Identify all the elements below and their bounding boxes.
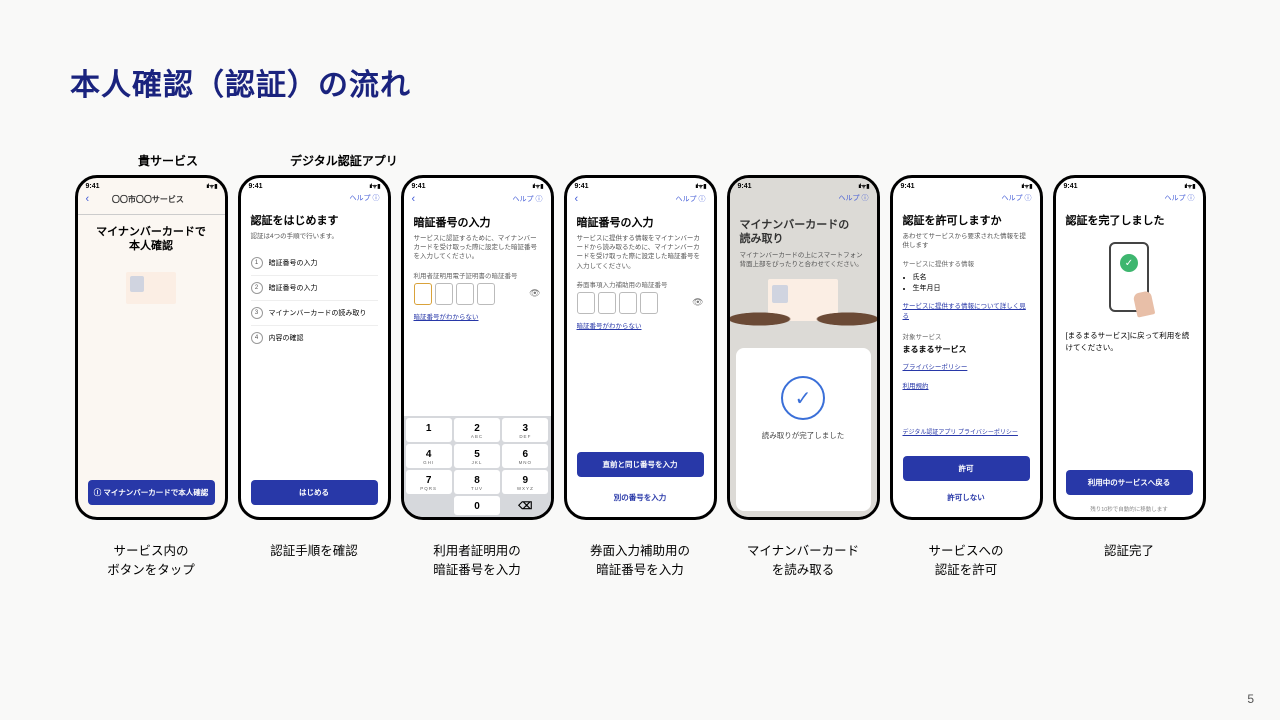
heading: マイナンバーカードで 本人確認: [88, 225, 215, 254]
start-button[interactable]: はじめる: [251, 480, 378, 505]
deny-button[interactable]: 許可しない: [903, 492, 1030, 503]
time: 9:41: [1064, 183, 1078, 190]
sub: 認証は4つの手順で行います。: [251, 232, 378, 241]
signal-icon: ııl ᯤ ▮: [1021, 182, 1031, 190]
screen-6: 9:41 ııl ᯤ ▮ ヘルプ ⓘ 認証を許可しますか あわせてサービスから要求…: [890, 175, 1043, 520]
slide-title: 本人確認（認証）の流れ: [70, 60, 1210, 104]
done-message: 読み取りが完了しました: [746, 430, 861, 441]
caption-7: 認証完了: [1053, 542, 1206, 580]
time: 9:41: [901, 183, 915, 190]
target-label: 対象サービス: [903, 331, 1030, 341]
eye-icon[interactable]: 👁: [529, 288, 540, 299]
signal-icon: ııl ᯤ ▮: [532, 182, 542, 190]
screen-1: 9:41ııl ᯤ ▮ ‹〇〇市〇〇サービス マイナンバーカードで 本人確認 ⓘ…: [75, 175, 228, 520]
help-link[interactable]: ヘルプ ⓘ: [350, 193, 380, 203]
forgot-link[interactable]: 暗証番号がわからない: [577, 320, 642, 330]
share-items: 氏名 生年月日: [913, 272, 1030, 293]
sub: サービスに認証するために、マイナンバーカードを受け取った際に設定した暗証番号を入…: [414, 234, 541, 261]
signal-icon: ııl ᯤ ▮: [369, 182, 379, 190]
same-pin-button[interactable]: 直前と同じ番号を入力: [577, 452, 704, 477]
success-illustration: ✓: [1066, 242, 1193, 312]
back-icon[interactable]: ‹: [575, 193, 579, 205]
phone-row: 9:41 ııl ᯤ ▮ ‹ 〇〇市〇〇サービス マイナンバーカードで 本人確認 ⓘ…: [70, 175, 1210, 520]
verify-button[interactable]: ⓘ マイナンバーカードで本人確認: [88, 480, 215, 505]
top-labels: 貴サービス デジタル認証アプリ: [138, 152, 1210, 169]
sub: あわせてサービスから要求された情報を提供します: [903, 232, 1030, 250]
detail-link[interactable]: サービスに提供する情報について詳しく見る: [903, 300, 1030, 320]
header-title: 〇〇市〇〇サービス: [89, 194, 206, 205]
screen-4: 9:41 ııl ᯤ ▮ ‹ ヘルプ ⓘ 暗証番号の入力 サービスに提供する情報をマ…: [564, 175, 717, 520]
privacy-link[interactable]: プライバシーポリシー: [903, 361, 968, 371]
signal-icon: ııl ᯤ ▮: [695, 182, 705, 190]
check-icon: ✓: [1120, 254, 1138, 272]
service-name: まるまるサービス: [903, 344, 1030, 355]
time: 9:41: [575, 183, 589, 190]
pin-label: 券面事項入力補助用の暗証番号: [577, 279, 704, 289]
pin-input[interactable]: 👁: [414, 283, 541, 305]
help-link[interactable]: ヘルプ ⓘ: [513, 194, 543, 204]
help-link[interactable]: ヘルプ ⓘ: [839, 193, 869, 203]
caption-4: 券面入力補助用の 暗証番号を入力: [564, 542, 717, 580]
forgot-link[interactable]: 暗証番号がわからない: [414, 311, 479, 321]
heading: 認証を完了しました: [1066, 214, 1193, 228]
result-sheet: ✓ 読み取りが完了しました: [736, 348, 871, 511]
caption-2: 認証手順を確認: [238, 542, 391, 580]
heading: 認証をはじめます: [251, 214, 378, 228]
time: 9:41: [86, 183, 100, 190]
page-number: 5: [1247, 692, 1254, 706]
heading: 暗証番号の入力: [414, 216, 541, 230]
signal-icon: ııl ᯤ ▮: [858, 182, 868, 190]
caption-6: サービスへの 認証を許可: [890, 542, 1043, 580]
screen-3: 9:41 ııl ᯤ ▮ ‹ ヘルプ ⓘ 暗証番号の入力 サービスに認証するために、…: [401, 175, 554, 520]
screen-7: 9:41 ııl ᯤ ▮ ヘルプ ⓘ 認証を完了しました ✓ [まるまるサービス]…: [1053, 175, 1206, 520]
label-app: デジタル認証アプリ: [290, 152, 398, 169]
help-link[interactable]: ヘルプ ⓘ: [676, 194, 706, 204]
sub: マイナンバーカードの上にスマートフォン背面上部をぴったりと合わせてください。: [740, 251, 867, 269]
time: 9:41: [412, 183, 426, 190]
message: [まるまるサービス]に戻って利用を続けてください。: [1066, 330, 1193, 353]
caption-3: 利用者証明用の 暗証番号を入力: [401, 542, 554, 580]
pin-input[interactable]: 👁: [577, 292, 704, 314]
eye-icon[interactable]: 👁: [692, 297, 703, 308]
sub: サービスに提供する情報をマイナンバーカードから読み取るために、マイナンバーカード…: [577, 234, 704, 270]
signal-icon: ııl ᯤ ▮: [206, 182, 216, 190]
heading: 暗証番号の入力: [577, 216, 704, 230]
back-icon[interactable]: ‹: [412, 193, 416, 205]
hands-illustration: [730, 294, 877, 344]
backspace-icon: ⌫: [502, 501, 548, 512]
tos-link[interactable]: 利用規約: [903, 380, 929, 390]
caption-5: マイナンバーカード を読み取る: [727, 542, 880, 580]
screen-2: 9:41 ııl ᯤ ▮ ヘルプ ⓘ 認証をはじめます 認証は4つの手順で行います…: [238, 175, 391, 520]
step-1: 暗証番号の入力: [269, 258, 318, 268]
signal-icon: ııl ᯤ ▮: [1184, 182, 1194, 190]
countdown-note: 残り10秒で自動的に移動します: [1056, 505, 1203, 513]
captions: サービス内の ボタンをタップ 認証手順を確認 利用者証明用の 暗証番号を入力 券…: [70, 542, 1210, 580]
heading: マイナンバーカードの 読み取り: [740, 218, 867, 247]
step-list: 1暗証番号の入力 2暗証番号の入力 3マイナンバーカードの読み取り 4内容の確認: [251, 251, 378, 350]
pin-label: 利用者証明用電子証明書の暗証番号: [414, 270, 541, 280]
app-privacy-link[interactable]: デジタル認証アプリ プライバシーポリシー: [903, 427, 1018, 436]
help-link[interactable]: ヘルプ ⓘ: [1165, 193, 1195, 203]
step-4: 内容の確認: [269, 333, 304, 343]
other-pin-button[interactable]: 別の番号を入力: [577, 492, 704, 503]
return-button[interactable]: 利用中のサービスへ戻る: [1066, 470, 1193, 495]
heading: 認証を許可しますか: [903, 214, 1030, 228]
mynumber-card-icon: [126, 272, 176, 304]
time: 9:41: [249, 183, 263, 190]
allow-button[interactable]: 許可: [903, 456, 1030, 481]
caption-1: サービス内の ボタンをタップ: [75, 542, 228, 580]
screen-5: 9:41 ııl ᯤ ▮ ヘルプ ⓘ マイナンバーカードの 読み取り マイナンバー…: [727, 175, 880, 520]
step-2: 暗証番号の入力: [269, 283, 318, 293]
check-icon: ✓: [781, 376, 825, 420]
step-3: マイナンバーカードの読み取り: [269, 308, 367, 318]
help-link[interactable]: ヘルプ ⓘ: [1002, 193, 1032, 203]
numeric-keypad[interactable]: 1 2ABС 3DEF 4GHI 5JKL 6MNO 7PQRS 8TUV 9W…: [404, 416, 551, 517]
time: 9:41: [738, 183, 752, 190]
label-service: 貴サービス: [138, 152, 198, 169]
section-label: サービスに提供する情報: [903, 258, 1030, 268]
